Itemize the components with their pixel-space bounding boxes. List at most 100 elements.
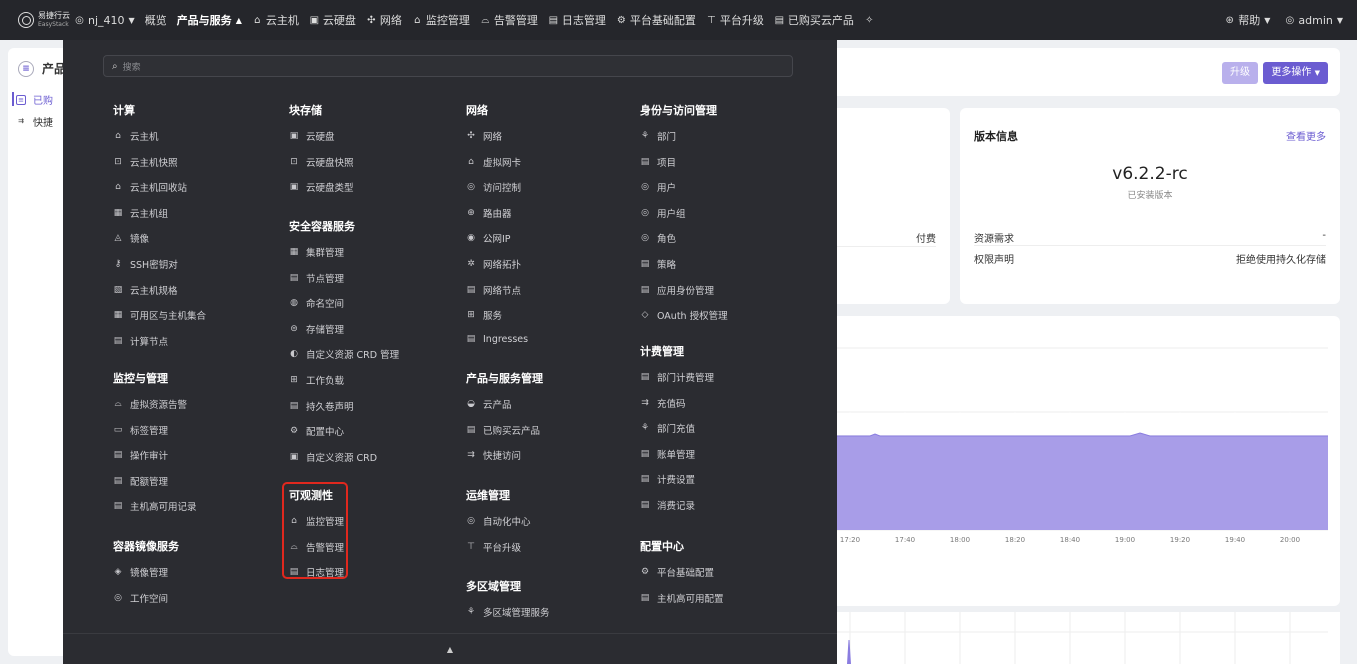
menu-item[interactable]: ◒ 云产品	[466, 397, 511, 411]
menu-item-label: 云硬盘类型	[306, 183, 354, 195]
menu-item[interactable]: ◎ 用户组	[640, 206, 685, 220]
view-more-link[interactable]: 查看更多	[1286, 128, 1326, 143]
menu-item[interactable]: ▤ 消费记录	[640, 498, 695, 512]
nav-log[interactable]: ▤ 日志管理	[548, 12, 606, 28]
menu-item[interactable]: ⚷ SSH密钥对	[113, 257, 178, 271]
menu-item[interactable]: ✣ 网络	[466, 129, 502, 143]
x-tick-label: 18:20	[1005, 536, 1025, 544]
nav-network[interactable]: ✣ 网络	[366, 12, 402, 28]
menu-item[interactable]: ▦ 集群管理	[289, 245, 344, 259]
brand-logo[interactable]: 易捷行云 EasyStack	[18, 11, 74, 29]
upgrade-icon: ⊤	[706, 14, 716, 26]
nav-volume[interactable]: ▣ 云硬盘	[309, 12, 356, 28]
pin-button[interactable]: ✧	[864, 15, 878, 26]
menu-item[interactable]: ⊜ 存储管理	[289, 322, 344, 336]
sidebar-item-purchased[interactable]: ≡ 已购	[16, 92, 53, 107]
sidebar-item-shortcut[interactable]: ⇉ 快捷	[16, 114, 53, 130]
upgrade-button[interactable]: 升级	[1222, 62, 1258, 84]
menu-item[interactable]: ⊡ 云主机快照	[113, 155, 177, 169]
menu-item[interactable]: ▤ 节点管理	[289, 271, 344, 285]
menu-item[interactable]: ▧ 云主机规格	[113, 283, 178, 297]
chevron-down-icon: ▼	[128, 15, 135, 25]
more-actions-button[interactable]: 更多操作 ▼	[1263, 62, 1328, 84]
chevron-down-icon: ▼	[1314, 69, 1320, 77]
nav-purchased[interactable]: ▤ 已购买云产品	[774, 12, 854, 28]
menu-item-label: 账单管理	[657, 449, 696, 461]
menu-item[interactable]: ▤ 项目	[640, 155, 676, 169]
menu-item[interactable]: ▦ 云主机组	[113, 206, 168, 220]
help-menu[interactable]: ⊛ 帮助 ▼	[1224, 12, 1271, 28]
nav-overview-label: 概览	[144, 14, 167, 27]
collapse-menu-button[interactable]: ▲	[63, 633, 837, 664]
menu-item[interactable]: ⊕ 路由器	[466, 206, 511, 220]
menu-item[interactable]: ◍ 命名空间	[289, 296, 344, 310]
nav-products-services[interactable]: 产品与服务 ▲	[177, 12, 242, 28]
menu-item[interactable]: ⚘ 部门	[640, 129, 676, 143]
menu-item[interactable]: ◎ 用户	[640, 180, 676, 194]
menu-item[interactable]: ⊞ 工作负载	[289, 373, 344, 387]
menu-item[interactable]: ✲ 网络拓扑	[466, 257, 521, 271]
region-selector[interactable]: ◎ nj_410 ▼	[74, 14, 135, 27]
logo-text-cn: 易捷行云	[38, 11, 70, 20]
menu-item[interactable]: ▤ Ingresses	[466, 334, 528, 345]
menu-item[interactable]: ▤ 网络节点	[466, 283, 521, 297]
user-menu[interactable]: ◎ admin ▼	[1284, 14, 1344, 27]
chevron-up-icon: ▲	[235, 15, 242, 25]
menu-search-input[interactable]: ⌕ 搜索	[103, 55, 793, 77]
menu-item[interactable]: ▣ 云硬盘类型	[289, 180, 354, 194]
menu-item-icon: ⊡	[290, 156, 298, 167]
menu-item[interactable]: ◬ 镜像	[113, 231, 149, 245]
menu-item[interactable]: ⌂ 虚拟网卡	[466, 155, 521, 169]
nav-platform-config-label: 平台基础配置	[629, 14, 696, 27]
nav-monitor[interactable]: ⌂ 监控管理	[412, 12, 470, 28]
menu-item[interactable]: ▤ 部门计费管理	[640, 370, 714, 384]
menu-item[interactable]: ◎ 访问控制	[466, 180, 521, 194]
menu-item[interactable]: ◇ OAuth 授权管理	[640, 308, 728, 322]
nav-alert[interactable]: ⌓ 告警管理	[480, 12, 537, 28]
menu-item[interactable]: ▤ 配额管理	[113, 474, 168, 488]
menu-item[interactable]: ▤ 计算节点	[113, 334, 168, 348]
menu-item[interactable]: ⌂ 云主机	[113, 129, 158, 143]
menu-section-title: 产品与服务管理	[466, 372, 543, 385]
x-tick-label: 19:40	[1225, 536, 1245, 544]
menu-item[interactable]: ◎ 自动化中心	[466, 514, 530, 528]
menu-item[interactable]: ⌂ 云主机回收站	[113, 180, 187, 194]
menu-item[interactable]: ▦ 可用区与主机集合	[113, 308, 206, 322]
menu-item[interactable]: ⚘ 部门充值	[640, 421, 695, 435]
menu-section-title: 块存储	[289, 104, 322, 117]
menu-item[interactable]: ▤ 账单管理	[640, 447, 695, 461]
menu-item[interactable]: ⇉ 充值码	[640, 396, 685, 410]
menu-item-icon: ✲	[467, 259, 475, 269]
menu-item[interactable]: ▤ 已购买云产品	[466, 423, 540, 437]
nav-vm[interactable]: ⌂ 云主机	[252, 12, 299, 28]
menu-item[interactable]: ◉ 公网IP	[466, 231, 510, 245]
menu-item[interactable]: ⚙ 配置中心	[289, 424, 344, 438]
menu-item[interactable]: ▤ 应用身份管理	[640, 283, 714, 297]
menu-icon[interactable]: ≡	[18, 60, 34, 77]
menu-item[interactable]: ▣ 自定义资源 CRD	[289, 450, 377, 464]
menu-item[interactable]: ▤ 主机高可用记录	[113, 499, 197, 513]
menu-item[interactable]: ▤ 策略	[640, 257, 676, 271]
menu-item[interactable]: ⇉ 快捷访问	[466, 448, 521, 462]
menu-item-label: 平台升级	[483, 542, 522, 554]
menu-item[interactable]: ◎ 角色	[640, 231, 676, 245]
menu-item[interactable]: ◎ 工作空间	[113, 591, 168, 605]
menu-item[interactable]: ◐ 自定义资源 CRD 管理	[289, 347, 399, 361]
menu-item[interactable]: ▤ 计费设置	[640, 472, 695, 486]
menu-item[interactable]: ▤ 主机高可用配置	[640, 591, 724, 605]
menu-item[interactable]: ⚙ 平台基础配置	[640, 565, 714, 579]
menu-item[interactable]: ▣ 云硬盘	[289, 129, 335, 143]
menu-item[interactable]: ▭ 标签管理	[113, 423, 168, 437]
menu-item[interactable]: ▤ 操作审计	[113, 448, 168, 462]
menu-item[interactable]: ▤ 持久卷声明	[289, 399, 354, 413]
nav-platform-config[interactable]: ⚙ 平台基础配置	[616, 12, 696, 28]
menu-item[interactable]: ⌓ 虚拟资源告警	[113, 397, 187, 411]
nav-platform-upgrade[interactable]: ⊤ 平台升级	[706, 12, 764, 28]
nav-overview[interactable]: 概览	[145, 12, 167, 28]
menu-item[interactable]: ⚘ 多区域管理服务	[466, 605, 550, 619]
menu-item[interactable]: ⊡ 云硬盘快照	[289, 155, 353, 169]
menu-item[interactable]: ◈ 镜像管理	[113, 565, 168, 579]
menu-item-label: SSH密钥对	[130, 260, 178, 271]
menu-item[interactable]: ⊞ 服务	[466, 308, 502, 322]
menu-item[interactable]: ⊤ 平台升级	[466, 540, 521, 554]
